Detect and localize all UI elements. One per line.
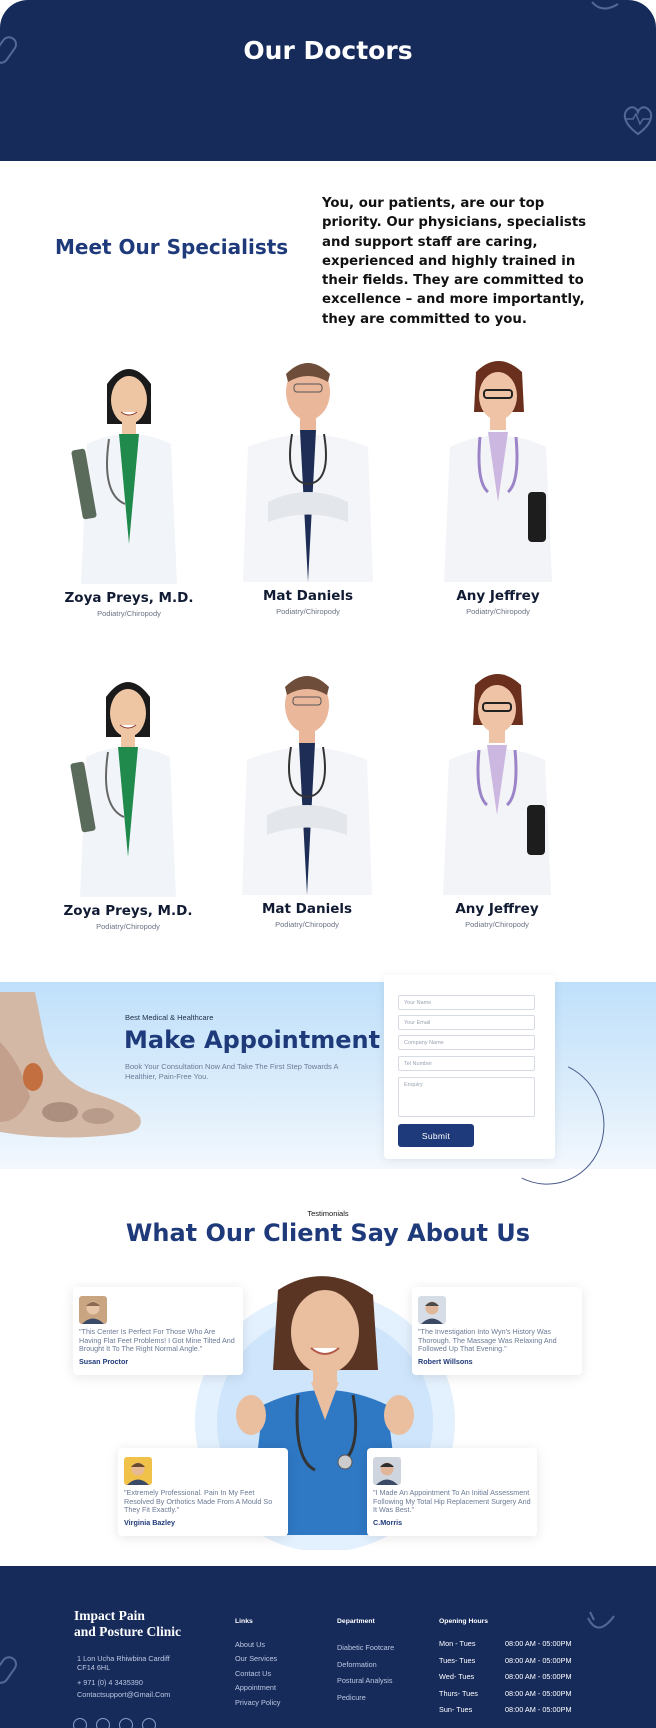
enquiry-field[interactable]: Enquiry: [398, 1077, 535, 1117]
hours-day: Mon - Tues: [439, 1639, 476, 1648]
hours-day: Thurs- Tues: [439, 1688, 478, 1698]
appointment-form: Your Name Your Email Company Name Tel Nu…: [384, 975, 555, 1159]
testimonial-card: "The Investigation Into Wyn's History Wa…: [412, 1287, 582, 1375]
stethoscope-icon: [591, 1, 619, 10]
avatar: [373, 1457, 401, 1485]
address: 1 Lon Ucha Rhiwbina Cardiff CF14 6HL: [77, 1654, 170, 1672]
hours-day: Tues- Tues: [439, 1655, 476, 1665]
testimonial-quote: "Extremely Professional. Pain In My Feet…: [124, 1488, 273, 1515]
footer-link[interactable]: Our Services: [235, 1654, 277, 1663]
doctor-name: Any Jeffrey: [455, 901, 539, 917]
footer-link[interactable]: Privacy Policy: [235, 1698, 280, 1707]
department-link[interactable]: Deformation: [337, 1660, 377, 1669]
hours-heading: Opening Hours: [439, 1618, 489, 1625]
testimonials-title: What Our Client Say About Us: [125, 1219, 531, 1247]
department-link[interactable]: Postural Analysis: [337, 1676, 393, 1685]
footer-link[interactable]: About Us: [235, 1640, 265, 1649]
doctor-role: Podiatry/Chiropody: [466, 607, 530, 616]
twitter-icon[interactable]: [96, 1718, 110, 1728]
intro-text: You, our patients, are our top priority.…: [322, 196, 587, 327]
doctor-role: Podiatry/Chiropody: [276, 607, 340, 616]
doctor-card[interactable]: Zoya Preys, M.D. Podiatry/Chiropody: [41, 354, 217, 618]
appointment-eyebrow: Best Medical & Healthcare: [125, 1013, 214, 1022]
testimonial-quote: "The Investigation Into Wyn's History Wa…: [418, 1327, 557, 1354]
page-title: Our Doctors: [243, 36, 413, 65]
doctor-photo: [238, 352, 378, 582]
doctor-name: Mat Daniels: [261, 901, 353, 917]
doctor-photo: [59, 354, 199, 584]
facebook-icon[interactable]: [73, 1718, 87, 1728]
doctor-name: Zoya Preys, M.D.: [63, 903, 193, 919]
site-footer: Impact Pain and Posture Clinic 1 Lon Uch…: [0, 1566, 656, 1728]
doctor-photo: [237, 665, 377, 895]
clinic-brand[interactable]: Impact Pain and Posture Clinic: [74, 1608, 181, 1640]
testimonial-quote: "I Made An Appointment To An Initial Ass…: [373, 1488, 531, 1515]
avatar: [124, 1457, 152, 1485]
testimonial-author: Susan Proctor: [79, 1356, 129, 1366]
testimonial-author: Virginia Bazley: [124, 1517, 176, 1527]
testimonial-author: C.Morris: [373, 1517, 403, 1527]
hours-day: Sun- Tues: [439, 1705, 473, 1714]
email-link[interactable]: Contactsupport@Gmail.Com: [77, 1690, 170, 1699]
doctor-role: Podiatry/Chiropody: [96, 922, 160, 931]
name-field[interactable]: Your Name: [398, 995, 535, 1010]
doctor-name: Zoya Preys, M.D.: [64, 590, 194, 606]
footer-link[interactable]: Contact Us: [235, 1669, 271, 1678]
tel-field[interactable]: Tel Number: [398, 1056, 535, 1071]
pinterest-icon[interactable]: [142, 1718, 156, 1728]
phone-link[interactable]: + 971 (0) 4 3435390: [77, 1678, 143, 1687]
doctor-photo: [428, 352, 568, 582]
heart-pulse-icon: [623, 106, 653, 136]
department-link[interactable]: Diabetic Footcare: [337, 1643, 394, 1652]
pill-icon: [0, 1656, 18, 1684]
doctor-card[interactable]: Zoya Preys, M.D. Podiatry/Chiropody: [40, 667, 216, 931]
testimonials-label: Testimonials: [307, 1209, 349, 1218]
instagram-icon[interactable]: [119, 1718, 133, 1728]
testimonial-author: Robert Willsons: [418, 1356, 473, 1366]
doctor-name: Mat Daniels: [262, 588, 354, 604]
brand-line-2: and Posture Clinic: [74, 1624, 182, 1639]
doctor-card[interactable]: Any Jeffrey Podiatry/Chiropody: [409, 665, 585, 929]
testimonial-card: "I Made An Appointment To An Initial Ass…: [367, 1448, 537, 1536]
doctor-photo: [427, 665, 567, 895]
hours-time: 08:00 AM - 05:00PM: [505, 1672, 572, 1681]
avatar: [79, 1296, 107, 1324]
doctor-card[interactable]: Mat Daniels Podiatry/Chiropody: [219, 665, 395, 929]
stethoscope-icon: [587, 1611, 615, 1629]
doctor-role: Podiatry/Chiropody: [275, 920, 339, 929]
brand-line-1: Impact Pain: [74, 1608, 145, 1623]
doctor-photo: [58, 667, 198, 897]
avatar: [418, 1296, 446, 1324]
appointment-subtitle: Book Your Consultation Now And Take The …: [125, 1062, 339, 1081]
doctor-card[interactable]: Mat Daniels Podiatry/Chiropody: [220, 352, 396, 616]
hours-day: Wed- Tues: [439, 1672, 475, 1681]
department-heading: Department: [337, 1618, 375, 1625]
hours-time: 08:00 AM - 05:00PM: [505, 1688, 572, 1698]
testimonial-card: "This Center Is Perfect For Those Who Ar…: [73, 1287, 243, 1375]
doctor-card[interactable]: Any Jeffrey Podiatry/Chiropody: [410, 352, 586, 616]
doctor-role: Podiatry/Chiropody: [465, 920, 529, 929]
testimonial-card: "Extremely Professional. Pain In My Feet…: [118, 1448, 288, 1536]
submit-button[interactable]: Submit: [398, 1124, 474, 1147]
hours-time: 08:00 AM - 05:00PM: [505, 1639, 572, 1648]
department-link[interactable]: Pedicure: [337, 1693, 366, 1702]
address-line-1: 1 Lon Ucha Rhiwbina Cardiff: [77, 1654, 170, 1663]
hours-time: 08:00 AM - 05:00PM: [505, 1655, 572, 1665]
address-line-2: CF14 6HL: [77, 1663, 111, 1672]
pill-icon: [0, 36, 18, 64]
doctor-role: Podiatry/Chiropody: [97, 609, 161, 618]
testimonial-quote: "This Center Is Perfect For Those Who Ar…: [79, 1327, 235, 1354]
company-field[interactable]: Company Name: [398, 1035, 535, 1050]
footer-link[interactable]: Appointment: [235, 1683, 276, 1692]
email-field[interactable]: Your Email: [398, 1015, 535, 1030]
section-heading: Meet Our Specialists: [55, 235, 289, 259]
links-heading: Links: [235, 1618, 253, 1625]
hours-time: 08:00 AM - 05:00PM: [505, 1705, 572, 1714]
appointment-title: Make Appointment: [124, 1026, 381, 1054]
doctor-name: Any Jeffrey: [456, 588, 540, 604]
page-header: Our Doctors: [0, 0, 656, 161]
